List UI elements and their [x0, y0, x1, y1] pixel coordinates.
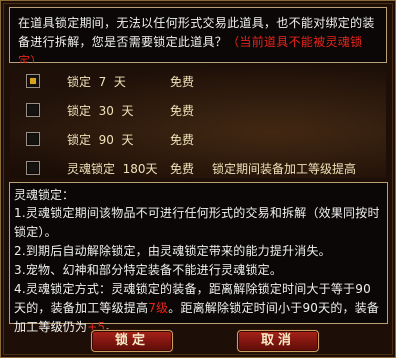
radio-checkbox-90-days[interactable]	[26, 132, 40, 146]
option-label: 锁定 30 天	[67, 104, 134, 118]
radio-checkbox-7-days[interactable]	[26, 74, 40, 88]
soul-lock-description-panel: 灵魂锁定： 1.灵魂锁定期间该物品不可进行任何形式的交易和拆解（效果同按时锁定）…	[9, 182, 388, 334]
option-label: 灵魂锁定 180天	[67, 162, 158, 176]
description-item: 4.灵魂锁定方式：灵魂锁定的装备，距离解除锁定时间大于等于90天的，装备加工等级…	[14, 282, 380, 334]
description-title: 灵魂锁定：	[14, 188, 75, 202]
option-fee: 免费	[170, 75, 195, 89]
option-note: 锁定期间装备加工等级提高	[212, 162, 357, 176]
option-lock-7-days[interactable]: 锁定 7 天 免费	[10, 71, 386, 91]
option-fee: 免费	[170, 162, 195, 176]
description-item: 2.到期后自动解除锁定，由灵魂锁定带来的能力提升消失。	[14, 244, 331, 258]
lock-options: 锁定 7 天 免费 锁定 30 天 免费 锁定 90 天 免费 灵魂锁定 180…	[10, 63, 386, 178]
option-soul-lock-180-days[interactable]: 灵魂锁定 180天 免费 锁定期间装备加工等级提高	[10, 158, 386, 178]
highlight-level: 7级	[148, 301, 169, 315]
lock-button[interactable]: 锁定	[91, 330, 173, 352]
lock-notice-panel: 在道具锁定期间，无法以任何形式交易此道具，也不能对绑定的装备进行拆解，您是否需要…	[9, 7, 387, 68]
description-item: 3.宠物、幻神和部分特定装备不能进行灵魂锁定。	[14, 263, 283, 277]
option-label: 锁定 7 天	[67, 75, 126, 89]
option-label: 锁定 90 天	[67, 133, 134, 147]
option-lock-90-days[interactable]: 锁定 90 天 免费	[10, 129, 386, 149]
cancel-button[interactable]: 取消	[237, 330, 319, 352]
option-lock-30-days[interactable]: 锁定 30 天 免费	[10, 100, 386, 120]
radio-checkbox-soul-lock[interactable]	[26, 161, 40, 175]
description-list: 1.灵魂锁定期间该物品不可进行任何形式的交易和拆解（效果同按时锁定）。 2.到期…	[14, 204, 382, 337]
radio-checkbox-30-days[interactable]	[26, 103, 40, 117]
option-fee: 免费	[170, 133, 195, 147]
option-fee: 免费	[170, 104, 195, 118]
description-item: 1.灵魂锁定期间该物品不可进行任何形式的交易和拆解（效果同按时锁定）。	[14, 206, 380, 239]
lock-notice-text: 在道具锁定期间，无法以任何形式交易此道具，也不能对绑定的装备进行拆解，您是否需要…	[10, 8, 386, 71]
